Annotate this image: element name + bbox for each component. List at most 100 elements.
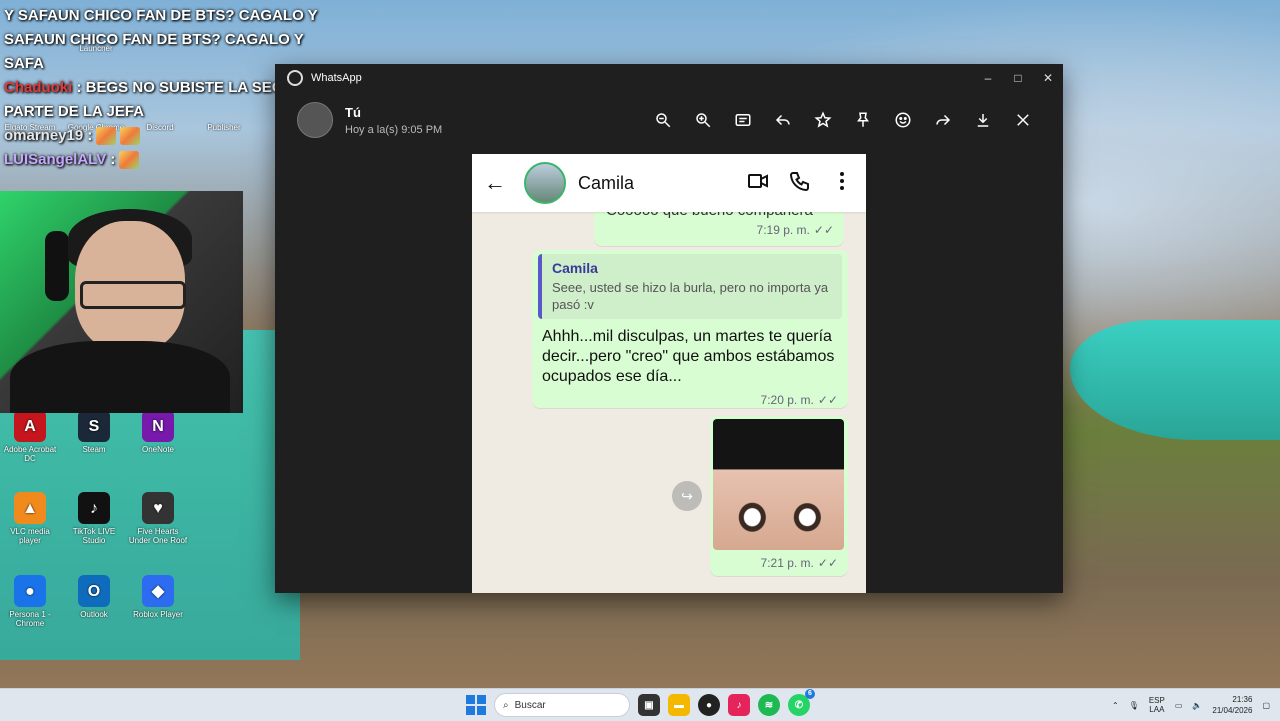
system-tray: ⌃ 🎙 ESP LAA ▭ 🔈 21:36 21/04/2026 ▢ — [1112, 694, 1270, 716]
app-icon: ♪ — [78, 492, 110, 524]
window-title: WhatsApp — [311, 72, 362, 84]
close-icon[interactable] — [1003, 100, 1043, 140]
obs-icon[interactable]: ● — [698, 694, 720, 716]
contact-name: Camila — [578, 172, 635, 193]
pin-icon[interactable] — [843, 100, 883, 140]
clock[interactable]: 21:36 21/04/2026 — [1212, 694, 1252, 716]
minimize-button[interactable]: – — [973, 71, 1003, 85]
keyboard-layout: LAA — [1149, 705, 1165, 714]
reply-icon[interactable] — [763, 100, 803, 140]
desktop-icon-label: Steam — [82, 445, 106, 454]
desktop-icon-label: Persona 1 - Chrome — [9, 610, 51, 628]
notifications-icon[interactable]: ▢ — [1262, 701, 1270, 710]
spotify-icon[interactable]: ≋ — [758, 694, 780, 716]
forward-icon[interactable] — [923, 100, 963, 140]
app-icon: S — [78, 410, 110, 442]
webcam-overlay — [0, 191, 243, 413]
microphone-icon[interactable]: 🎙 — [1129, 701, 1139, 710]
desktop-icon-label: Outlook — [80, 610, 108, 619]
zoom-in-icon[interactable] — [683, 100, 723, 140]
message-text: Ahhh...mil disculpas, un martes te querí… — [542, 328, 835, 385]
caption-icon[interactable] — [723, 100, 763, 140]
app-icon: N — [142, 410, 174, 442]
desktop-icon[interactable]: ♪ TikTok LIVE Studio — [64, 492, 124, 545]
desktop-icon[interactable]: ◆ Roblox Player — [128, 575, 188, 619]
network-icon[interactable]: ▭ — [1175, 701, 1183, 710]
language-code: ESP — [1148, 696, 1165, 705]
headset — [45, 231, 69, 301]
whatsapp-taskbar-icon[interactable]: ✆ 6 — [788, 689, 815, 716]
desktop-icon[interactable]: N OneNote — [128, 410, 188, 454]
window-titlebar: WhatsApp – □ ✕ — [275, 64, 1063, 92]
desktop-icon[interactable]: ▲ VLC media player — [0, 492, 60, 545]
viewed-screenshot: ← Camila Cooooo que bueno compañera 7:19… — [472, 154, 866, 593]
read-receipt-icon: ✓✓ — [813, 223, 834, 237]
image-message-bubble: 7:21 p. m. ✓✓ — [710, 416, 848, 576]
app-icon: ▲ — [14, 492, 46, 524]
tiktok-icon[interactable]: ♪ — [728, 694, 750, 716]
forward-icon: ↪ — [672, 481, 702, 511]
chat-username: LUISangelALV — [4, 151, 107, 168]
star-icon[interactable] — [803, 100, 843, 140]
app-icon: ♥ — [142, 492, 174, 524]
task-view-icon[interactable]: ▣ — [638, 694, 660, 716]
desktop-icon[interactable]: O Outlook — [64, 575, 124, 619]
glasses — [80, 281, 186, 309]
language-indicator[interactable]: ESP LAA — [1149, 696, 1165, 714]
desktop-icon-label: VLC media player — [10, 527, 50, 545]
media-toolbar — [643, 100, 1043, 140]
message-time: 7:21 p. m. — [760, 556, 814, 570]
quoted-text: Seee, usted se hizo la burla, pero no im… — [552, 280, 829, 312]
close-window-button[interactable]: ✕ — [1033, 71, 1063, 85]
emote-icon — [119, 151, 140, 170]
shirt — [10, 341, 230, 413]
desktop-icon-label: Adobe Acrobat DC — [3, 445, 57, 463]
whatsapp-icon — [287, 70, 303, 86]
app-icon: ● — [14, 575, 46, 607]
whatsapp-window: WhatsApp – □ ✕ Tú Hoy a la(s) 9:05 PM ← — [275, 64, 1063, 593]
search-icon: ⌕ — [503, 699, 509, 711]
desktop-icon[interactable]: ● Persona 1 - Chrome — [0, 575, 60, 628]
sender-name: Tú — [345, 104, 361, 120]
maximize-button[interactable]: □ — [1003, 71, 1033, 85]
chat-text: Y SAFAUN CHICO FAN DE BTS? CAGALO Y SAFA… — [4, 7, 318, 72]
desktop-icon-label: Five Hearts Under One Roof — [128, 527, 188, 545]
app-icon: ◆ — [142, 575, 174, 607]
read-receipt-icon: ✓✓ — [817, 393, 838, 407]
sender-avatar[interactable] — [297, 102, 333, 138]
back-arrow-icon: ← — [484, 170, 506, 195]
search-placeholder: Buscar — [514, 699, 546, 711]
chat-text: : — [87, 127, 93, 144]
chevron-up-icon[interactable]: ⌃ — [1112, 701, 1119, 710]
media-viewer-header: Tú Hoy a la(s) 9:05 PM — [275, 92, 1063, 148]
download-icon[interactable] — [963, 100, 1003, 140]
chat-header: ← Camila — [472, 154, 866, 212]
chat-text: : — [110, 151, 116, 168]
desktop-icon-label: OneNote — [141, 445, 175, 454]
chat-username: Chaduoki — [4, 79, 73, 96]
desktop-icon-label: TikTok LIVE Studio — [72, 527, 116, 545]
more-options-icon — [830, 169, 854, 198]
video-call-icon — [746, 169, 770, 198]
clock-time: 21:36 — [1232, 695, 1253, 704]
message-time: 7:19 p. m. — [756, 223, 810, 237]
photo-thumbnail — [713, 419, 844, 550]
zoom-out-icon[interactable] — [643, 100, 683, 140]
taskbar-search[interactable]: ⌕ Buscar — [494, 693, 630, 717]
volume-icon[interactable]: 🔈 — [1192, 701, 1202, 710]
start-button[interactable] — [466, 695, 486, 715]
taskbar-apps: ⌕ Buscar ▣ ▬ ● ♪ ≋ ✆ 6 — [466, 689, 815, 717]
file-explorer-icon[interactable]: ▬ — [668, 694, 690, 716]
taskbar: ⌕ Buscar ▣ ▬ ● ♪ ≋ ✆ 6 ⌃ 🎙 ESP LAA ▭ 🔈 21:3… — [0, 688, 1280, 721]
desktop-icon[interactable]: A Adobe Acrobat DC — [0, 410, 60, 463]
emoji-icon[interactable] — [883, 100, 923, 140]
emote-icon — [120, 127, 141, 146]
desktop-icon[interactable]: ♥ Five Hearts Under One Roof — [128, 492, 188, 545]
quoted-message: Camila Seee, usted se hizo la burla, per… — [538, 254, 842, 319]
emote-icon — [96, 127, 117, 146]
phone-call-icon — [788, 169, 812, 198]
desktop-icon-label: Roblox Player — [133, 610, 183, 619]
desktop-icon[interactable]: S Steam — [64, 410, 124, 454]
clock-date: 21/04/2026 — [1212, 706, 1253, 715]
notification-badge: 6 — [805, 689, 815, 699]
